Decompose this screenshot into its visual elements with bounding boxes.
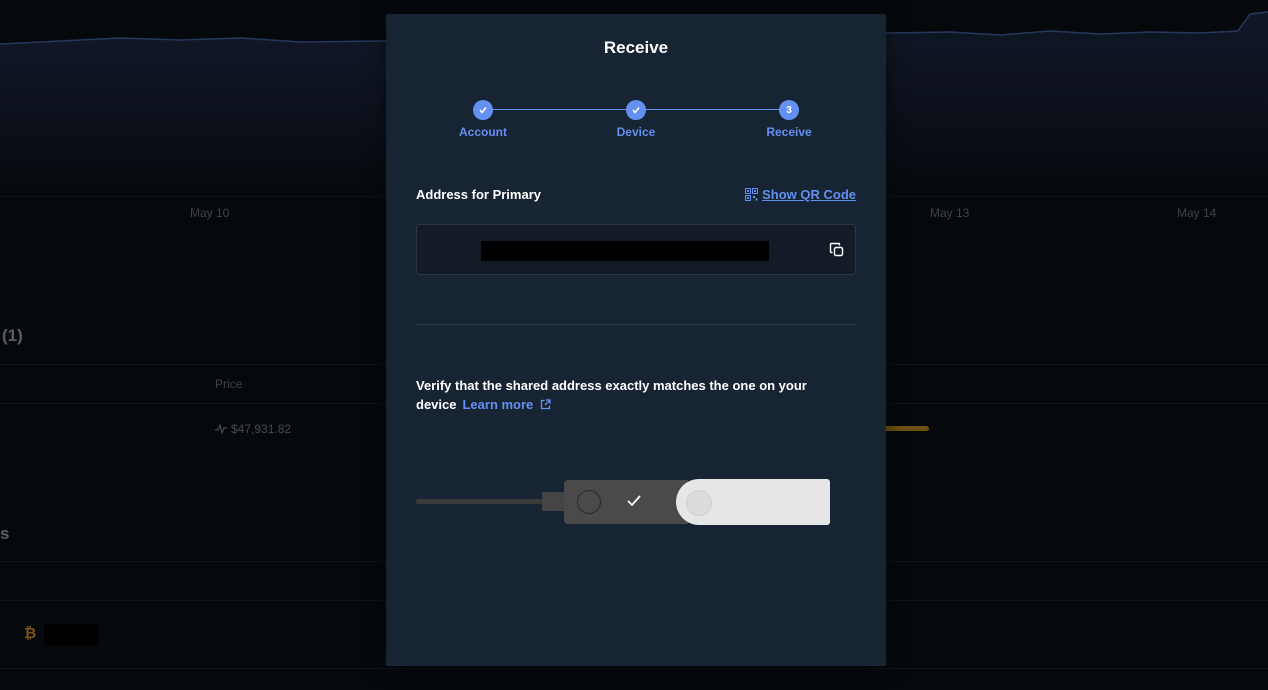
usb-plug xyxy=(542,492,564,511)
qr-code-icon xyxy=(745,188,759,201)
step-receive-dot: 3 xyxy=(779,100,799,120)
stepper-connector xyxy=(636,109,789,110)
check-icon xyxy=(632,107,640,114)
address-field[interactable] xyxy=(416,224,820,275)
device-right-button xyxy=(686,490,712,516)
redacted-address xyxy=(481,241,769,261)
modal-title: Receive xyxy=(603,38,669,57)
usb-cable xyxy=(416,499,542,504)
check-icon xyxy=(479,107,487,114)
learn-more-link[interactable]: Learn more xyxy=(462,397,551,412)
copy-address-button[interactable] xyxy=(818,224,856,275)
section-divider xyxy=(416,324,856,325)
stepper-connector xyxy=(483,109,636,110)
step-account-dot xyxy=(473,100,493,120)
step-receive-label: Receive xyxy=(766,125,812,139)
verify-instruction: Verify that the shared address exactly m… xyxy=(416,376,836,414)
step-device-dot xyxy=(626,100,646,120)
check-icon xyxy=(627,495,641,507)
copy-icon xyxy=(829,242,843,256)
show-qr-code-label: Show QR Code xyxy=(762,187,856,202)
external-link-icon xyxy=(540,399,551,410)
show-qr-code-link[interactable]: Show QR Code xyxy=(745,187,856,202)
address-label: Address for Primary xyxy=(416,187,541,202)
step-account-label: Account xyxy=(459,125,507,139)
receive-modal: Receive Account Device 3 Receive Address… xyxy=(386,14,886,666)
step-device-label: Device xyxy=(616,125,656,139)
device-left-button xyxy=(577,490,601,514)
learn-more-label: Learn more xyxy=(462,397,534,412)
